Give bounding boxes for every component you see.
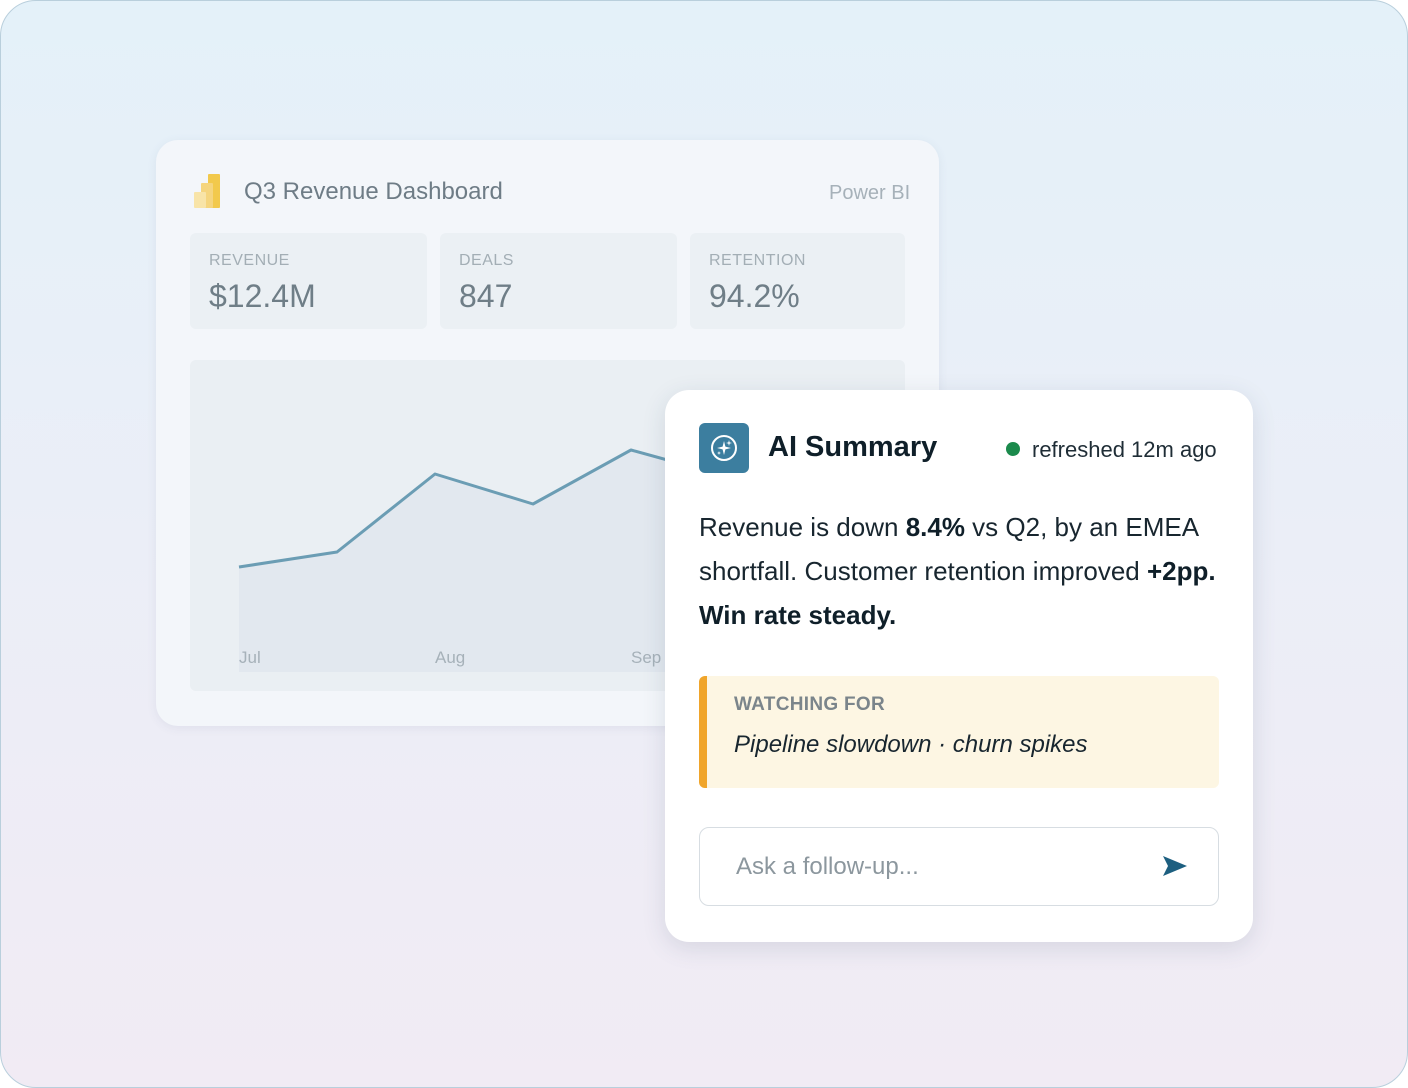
- follow-up-box: [699, 827, 1219, 906]
- kpi-card-revenue: REVENUE $12.4M: [190, 233, 427, 329]
- ai-summary-card: AI Summary refreshed 12m ago Revenue is …: [665, 390, 1253, 942]
- summary-highlight: 8.4%: [905, 512, 965, 542]
- kpi-label: RETENTION: [709, 252, 806, 269]
- kpi-value: 847: [459, 278, 513, 314]
- chart-tick-label: Sep: [631, 648, 662, 667]
- callout-accent-bar: [699, 676, 707, 788]
- chart-tick-label: Jul: [239, 648, 261, 667]
- chart-area-fill: [239, 450, 729, 672]
- kpi-label: DEALS: [459, 252, 514, 269]
- power-bi-logo-icon: [194, 174, 220, 208]
- status-dot: [1006, 442, 1020, 456]
- dashboard-title: Q3 Revenue Dashboard: [244, 178, 503, 205]
- summary-text-part: Revenue is down: [699, 512, 906, 542]
- kpi-label: REVENUE: [209, 252, 290, 269]
- kpi-card-deals: DEALS 847: [440, 233, 677, 329]
- summary-text: Revenue is down 8.4% vs Q2, by an EMEA s…: [699, 505, 1219, 637]
- refresh-status: refreshed 12m ago: [1032, 437, 1217, 462]
- ai-summary-title: AI Summary: [768, 431, 938, 463]
- sparkle-icon: [699, 423, 749, 473]
- follow-up-input[interactable]: [734, 846, 1138, 888]
- watching-for-callout: WATCHING FOR Pipeline slowdown · churn s…: [699, 676, 1219, 788]
- kpi-card-retention: RETENTION 94.2%: [690, 233, 905, 329]
- kpi-value: $12.4M: [209, 278, 316, 314]
- watching-for-text: Pipeline slowdown · churn spikes: [734, 731, 1088, 758]
- kpi-value: 94.2%: [709, 278, 800, 314]
- watching-for-label: WATCHING FOR: [734, 694, 886, 715]
- dashboard-source: Power BI: [829, 182, 911, 204]
- send-icon[interactable]: [1161, 854, 1189, 878]
- chart-tick-label: Aug: [435, 648, 466, 667]
- app-frame: Q3 Revenue Dashboard Power BI REVENUE $1…: [0, 0, 1408, 1088]
